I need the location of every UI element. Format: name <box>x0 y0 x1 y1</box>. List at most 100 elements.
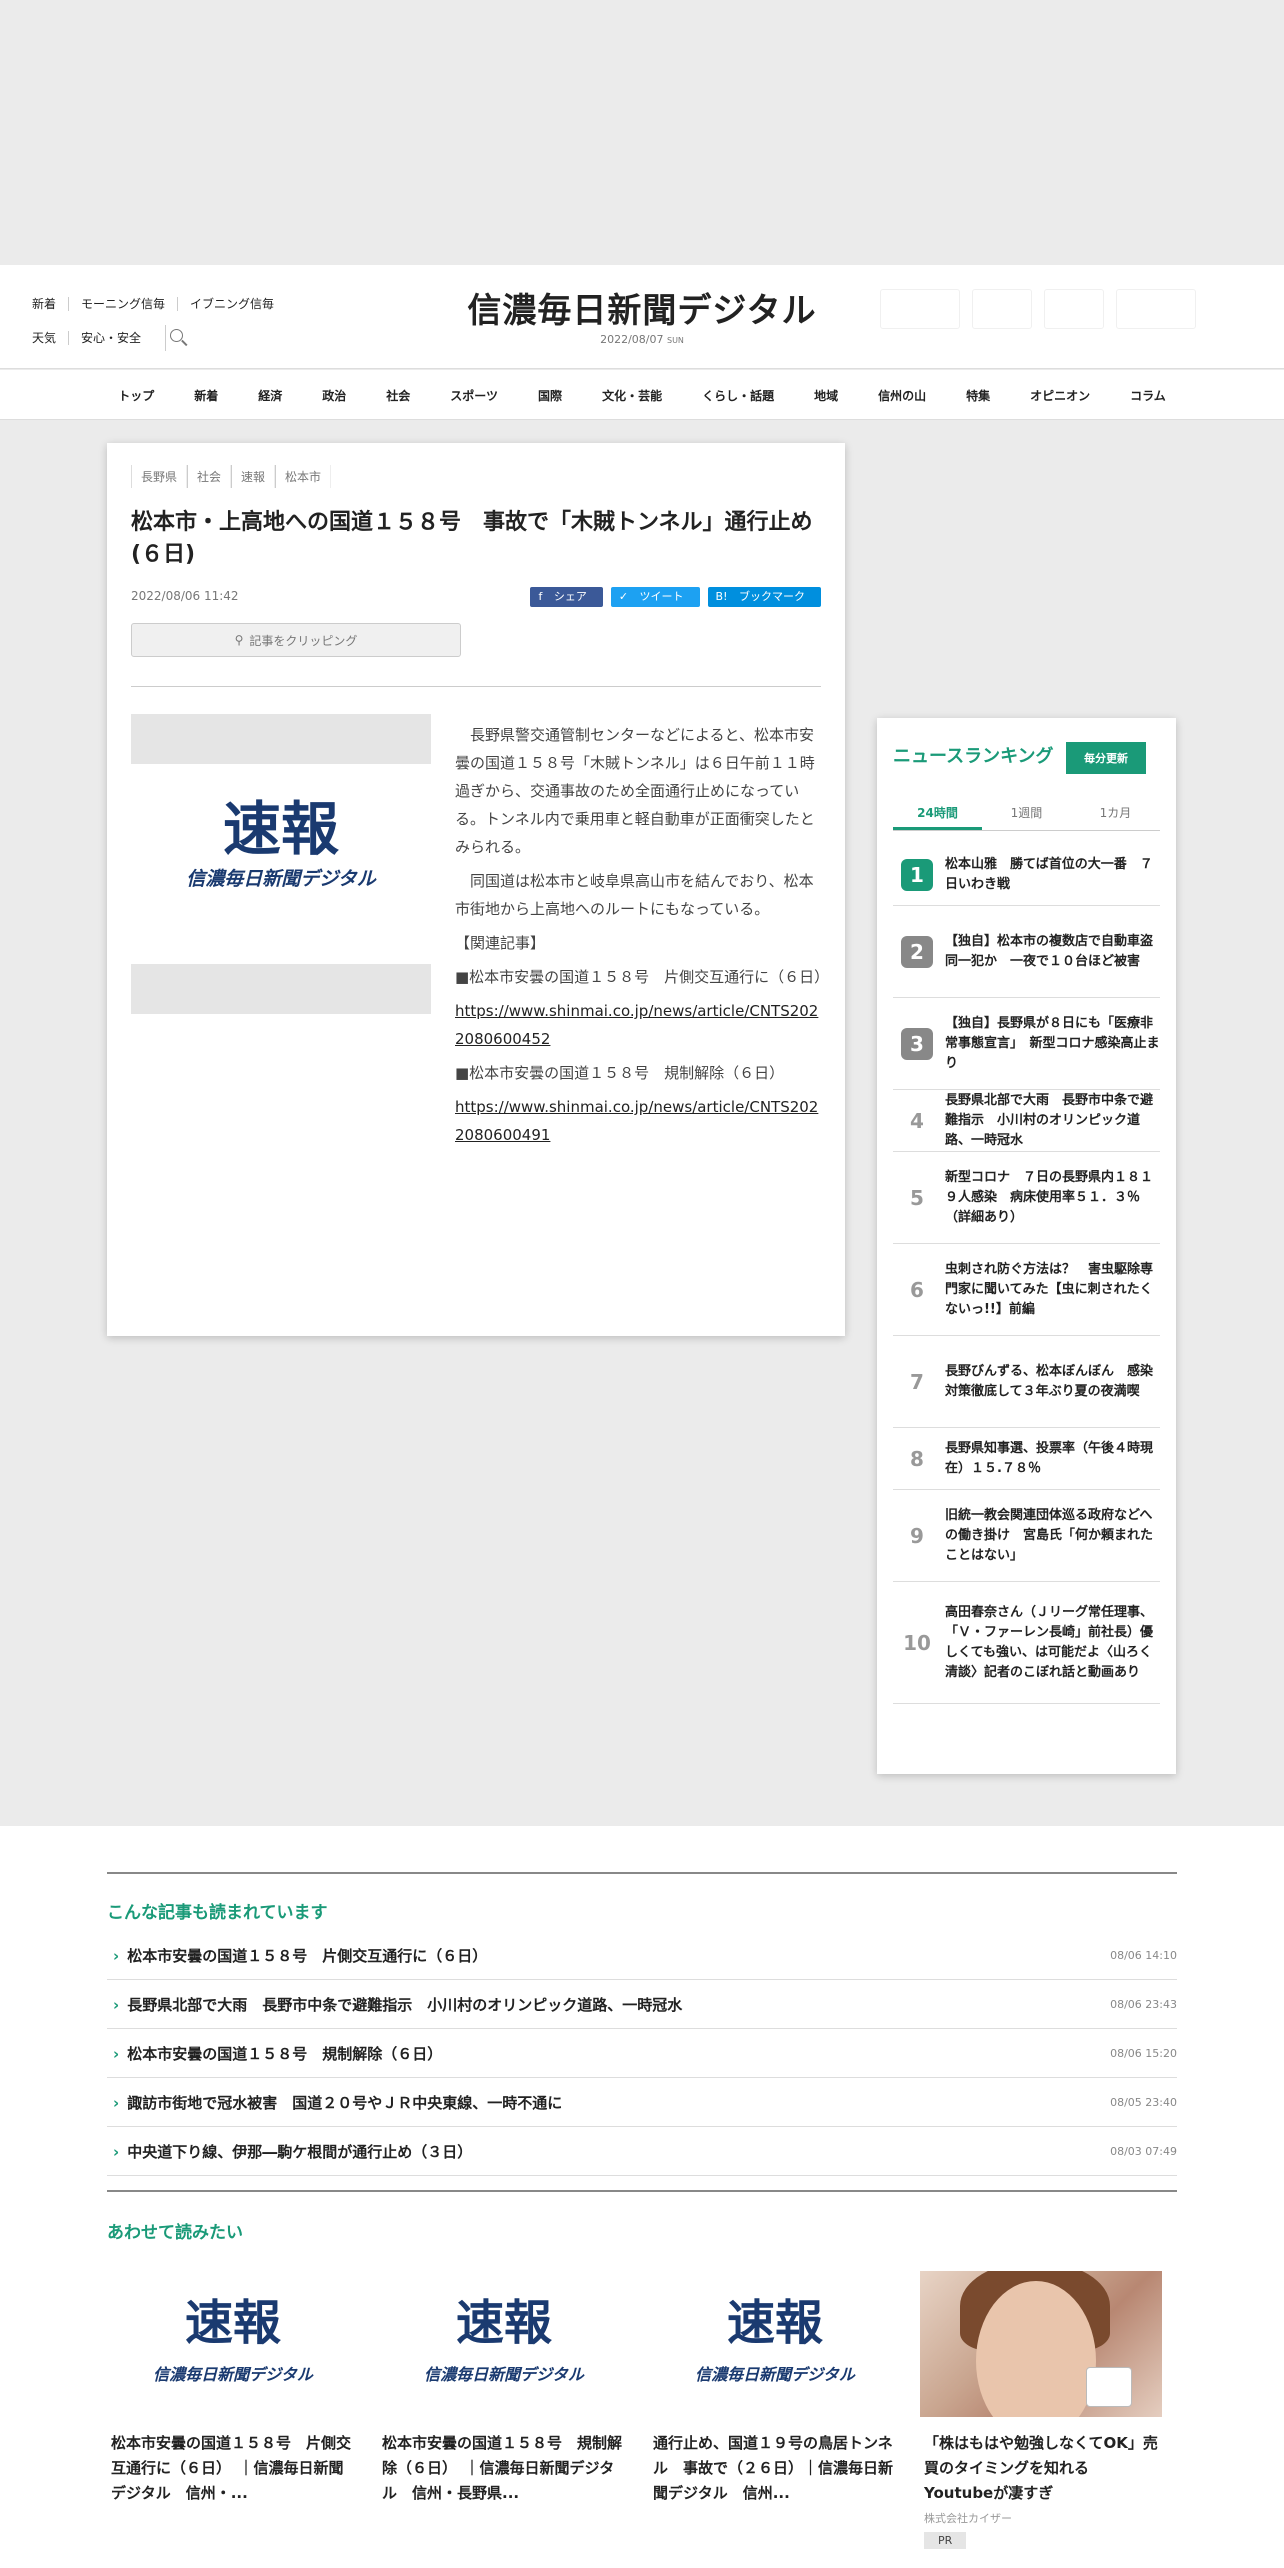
logo-text: 信濃毎日新聞デジタル <box>467 291 817 331</box>
related-item-date: 08/06 14:10 <box>1110 1948 1177 1962</box>
link-weather[interactable]: 天気 <box>32 331 68 345</box>
link-latest[interactable]: 新着 <box>32 297 68 311</box>
ranking-title: ニュースランキング <box>893 746 1054 767</box>
header-button[interactable] <box>1116 289 1196 329</box>
header-date: 2022/08/07 SUN <box>600 333 684 346</box>
category-tag[interactable]: 長野県 <box>131 465 188 488</box>
recommend-card[interactable]: 速報 信濃毎日新聞デジタル 通行止め、国道１９号の鳥居トンネル 事故で（２６日）｜… <box>649 2271 901 2555</box>
ranking-item[interactable]: 6 虫刺され防ぐ方法は？ 害虫駆除専門家に聞いてみた【虫に刺されたくないっ!!】前… <box>893 1244 1160 1336</box>
search-icon[interactable] <box>165 325 191 351</box>
nav-item[interactable]: くらし・話題 <box>682 387 794 404</box>
top-ad-space <box>0 0 1284 265</box>
related-link[interactable]: https://www.shinmai.co.jp/news/article/C… <box>455 1098 818 1144</box>
ranking-item[interactable]: 2 【独自】松本市の複数店で自動車盗 同一犯か 一夜で１０台ほど被害 <box>893 906 1166 998</box>
related-item-date: 08/03 07:49 <box>1110 2144 1177 2158</box>
related-label: 【関連記事】 <box>455 934 546 952</box>
header-button[interactable] <box>880 289 960 329</box>
related-title: ■松本市安曇の国道１５８号 規制解除（６日） <box>455 1064 785 1082</box>
nav-item[interactable]: コラム <box>1110 387 1186 404</box>
recommended-title: あわせて読みたい <box>107 2223 243 2243</box>
ranking-title-text: 高田春奈さん（Ｊリーグ常任理事、「Ｖ・ファーレン長崎」前社長）優しくても強い、は… <box>945 1604 1154 1680</box>
ranking-item[interactable]: 5 新型コロナ ７日の長野県内１８１９人感染 病床使用率５１．３％（詳細あり） <box>893 1152 1160 1244</box>
nav-item[interactable]: 地域 <box>794 387 858 404</box>
header-links: 新着 モーニング信毎 イブニング信毎 天気 安心・安全 <box>32 287 286 355</box>
rank-number: 9 <box>910 1523 924 1548</box>
pr-badge: PR <box>924 2532 967 2549</box>
nav-item[interactable]: 信州の山 <box>858 387 946 404</box>
recommended: あわせて読みたい 速報 信濃毎日新聞デジタル 松本市安曇の国道１５８号 片側交互通… <box>107 2190 1177 2555</box>
nav-item[interactable]: オピニオン <box>1010 387 1110 404</box>
hatena-bookmark-button[interactable]: B! ブックマーク <box>707 587 821 607</box>
recommend-card[interactable]: 速報 信濃毎日新聞デジタル 松本市安曇の国道１５８号 片側交互通行に（６日） ｜信… <box>107 2271 359 2555</box>
tab-24h[interactable]: 24時間 <box>893 798 982 830</box>
rank-number: 10 <box>903 1630 931 1655</box>
link-safety[interactable]: 安心・安全 <box>68 331 153 345</box>
article-title: 松本市・上高地への国道１５８号 事故で「木賊トンネル」通行止め(６日) <box>131 510 813 567</box>
global-nav: トップ 新着 経済 政治 社会 スポーツ 国際 文化・芸能 くらし・話題 地域 信州の山 特集 オピニオ… <box>0 370 1284 420</box>
related-item-title: 諏訪市街地で冠水被害 国道２０号やＪＲ中央東線、一時不通に <box>107 2092 562 2113</box>
category-tag[interactable]: 社会 <box>187 465 232 488</box>
related-item[interactable]: 松本市安曇の国道１５８号 規制解除（６日） 08/06 15:20 <box>107 2029 1177 2078</box>
twitter-share-button[interactable]: ✓ ツイート <box>610 587 700 607</box>
clip-article-button[interactable]: ⚲ 記事をクリッピング <box>131 623 461 657</box>
ranking-title-text: 新型コロナ ７日の長野県内１８１９人感染 病床使用率５１．３％（詳細あり） <box>945 1169 1154 1225</box>
card-title: 通行止め、国道１９号の鳥居トンネル 事故で（２６日）｜信濃毎日新聞デジタル 信州… <box>653 2434 894 2502</box>
ranking-item[interactable]: 9 旧統一教会関連団体巡る政府などへの働き掛け 宮島氏「何か頼まれたことはない」 <box>893 1490 1160 1582</box>
rank-number: 1 <box>901 858 933 891</box>
update-badge: 毎分更新 <box>1066 742 1146 774</box>
site-logo[interactable]: 信濃毎日新聞デジタル 2022/08/07 SUN <box>420 291 864 346</box>
paragraph: 同国道は松本市と岐阜県高山市を結んでおり、松本市街地から上高地へのルートにもなっ… <box>455 872 814 918</box>
ranking-item[interactable]: 1 松本山雅 勝てば首位の大一番 ７日いわき戦 <box>893 844 1160 906</box>
related-item[interactable]: 中央道下り線、伊那―駒ケ根間が通行止め（３日） 08/03 07:49 <box>107 2127 1177 2176</box>
ranking-tabs: 24時間 1週間 1カ月 <box>893 798 1160 831</box>
related-link[interactable]: https://www.shinmai.co.jp/news/article/C… <box>455 1002 818 1048</box>
ranking-title-text: 旧統一教会関連団体巡る政府などへの働き掛け 宮島氏「何か頼まれたことはない」 <box>945 1507 1154 1563</box>
related-title: ■松本市安曇の国道１５８号 片側交互通行に（６日） <box>455 968 830 986</box>
article-image: 速報 信濃毎日新聞デジタル <box>131 714 431 1014</box>
divider <box>131 686 821 687</box>
category-tag[interactable]: 松本市 <box>275 465 332 488</box>
article-card: 長野県 社会 速報 松本市 松本市・上高地への国道１５８号 事故で「木賊トンネル… <box>107 443 845 1336</box>
recommend-card[interactable]: 速報 信濃毎日新聞デジタル 松本市安曇の国道１５８号 規制解除（６日） ｜信濃毎日… <box>378 2271 630 2555</box>
tab-1month[interactable]: 1カ月 <box>1071 798 1160 830</box>
related-item[interactable]: 諏訪市街地で冠水被害 国道２０号やＪＲ中央東線、一時不通に 08/05 23:40 <box>107 2078 1177 2127</box>
ranking-item[interactable]: 10 高田春奈さん（Ｊリーグ常任理事、「Ｖ・ファーレン長崎」前社長）優しくても強い… <box>893 1582 1160 1704</box>
ad-card[interactable]: 「株はもはや勉強しなくてOK」売買のタイミングを知れるYoutubeが凄すぎ 株… <box>920 2271 1162 2555</box>
card-title: 松本市安曇の国道１５８号 規制解除（６日） ｜信濃毎日新聞デジタル 信州・長野県… <box>382 2434 623 2502</box>
breadcrumb: 長野県 社会 速報 松本市 <box>131 465 332 488</box>
related-title: こんな記事も読まれています <box>107 1903 328 1923</box>
nav-item[interactable]: 社会 <box>366 387 430 404</box>
image-bar <box>131 714 431 764</box>
header-button[interactable] <box>972 289 1032 329</box>
nav-item[interactable]: 文化・芸能 <box>582 387 682 404</box>
link-evening[interactable]: イブニング信毎 <box>177 297 286 311</box>
tab-1week[interactable]: 1週間 <box>982 798 1071 830</box>
nav-item[interactable]: トップ <box>98 387 174 404</box>
nav-item[interactable]: 新着 <box>174 387 238 404</box>
related-item[interactable]: 松本市安曇の国道１５８号 片側交互通行に（６日） 08/06 14:10 <box>107 1931 1177 1980</box>
facebook-share-button[interactable]: f シェア <box>530 587 603 607</box>
nav-item[interactable]: 国際 <box>518 387 582 404</box>
rank-number: 8 <box>910 1446 924 1471</box>
nav-item[interactable]: 政治 <box>302 387 366 404</box>
ranking-item[interactable]: 7 長野びんずる、松本ぼんぼん 感染対策徹底して３年ぶり夏の夜満喫 <box>893 1336 1160 1428</box>
ranking-item[interactable]: 4 長野県北部で大雨 長野市中条で避難指示 小川村のオリンピック道路、一時冠水 <box>893 1090 1160 1152</box>
ranking-item[interactable]: 8 長野県知事選、投票率（午後４時現在）１５.７８％ <box>893 1428 1160 1490</box>
nav-item[interactable]: スポーツ <box>430 387 518 404</box>
lower-section: こんな記事も読まれています 松本市安曇の国道１５８号 片側交互通行に（６日） 08… <box>0 1826 1284 2568</box>
header-button[interactable] <box>1044 289 1104 329</box>
ranking-item[interactable]: 3 【独自】長野県が８日にも「医療非常事態宣言」 新型コロナ感染高止まり <box>893 998 1160 1090</box>
related-item-title: 中央道下り線、伊那―駒ケ根間が通行止め（３日） <box>107 2141 472 2162</box>
section-divider <box>107 1872 1177 1874</box>
related-item-title: 松本市安曇の国道１５８号 規制解除（６日） <box>107 2043 442 2064</box>
related-item[interactable]: 長野県北部で大雨 長野市中条で避難指示 小川村のオリンピック道路、一時冠水 08/… <box>107 1980 1177 2029</box>
ranking-title-text: 【独自】長野県が８日にも「医療非常事態宣言」 新型コロナ感染高止まり <box>945 1015 1160 1071</box>
paperclip-icon: ⚲ <box>234 633 244 647</box>
nav-item[interactable]: 特集 <box>946 387 1010 404</box>
related-item-date: 08/05 23:40 <box>1110 2095 1177 2109</box>
ranking-title-text: 松本山雅 勝てば首位の大一番 ７日いわき戦 <box>945 856 1153 892</box>
rank-number: 5 <box>910 1185 924 1210</box>
category-tag[interactable]: 速報 <box>231 465 276 488</box>
link-morning[interactable]: モーニング信毎 <box>68 297 177 311</box>
nav-item[interactable]: 経済 <box>238 387 302 404</box>
